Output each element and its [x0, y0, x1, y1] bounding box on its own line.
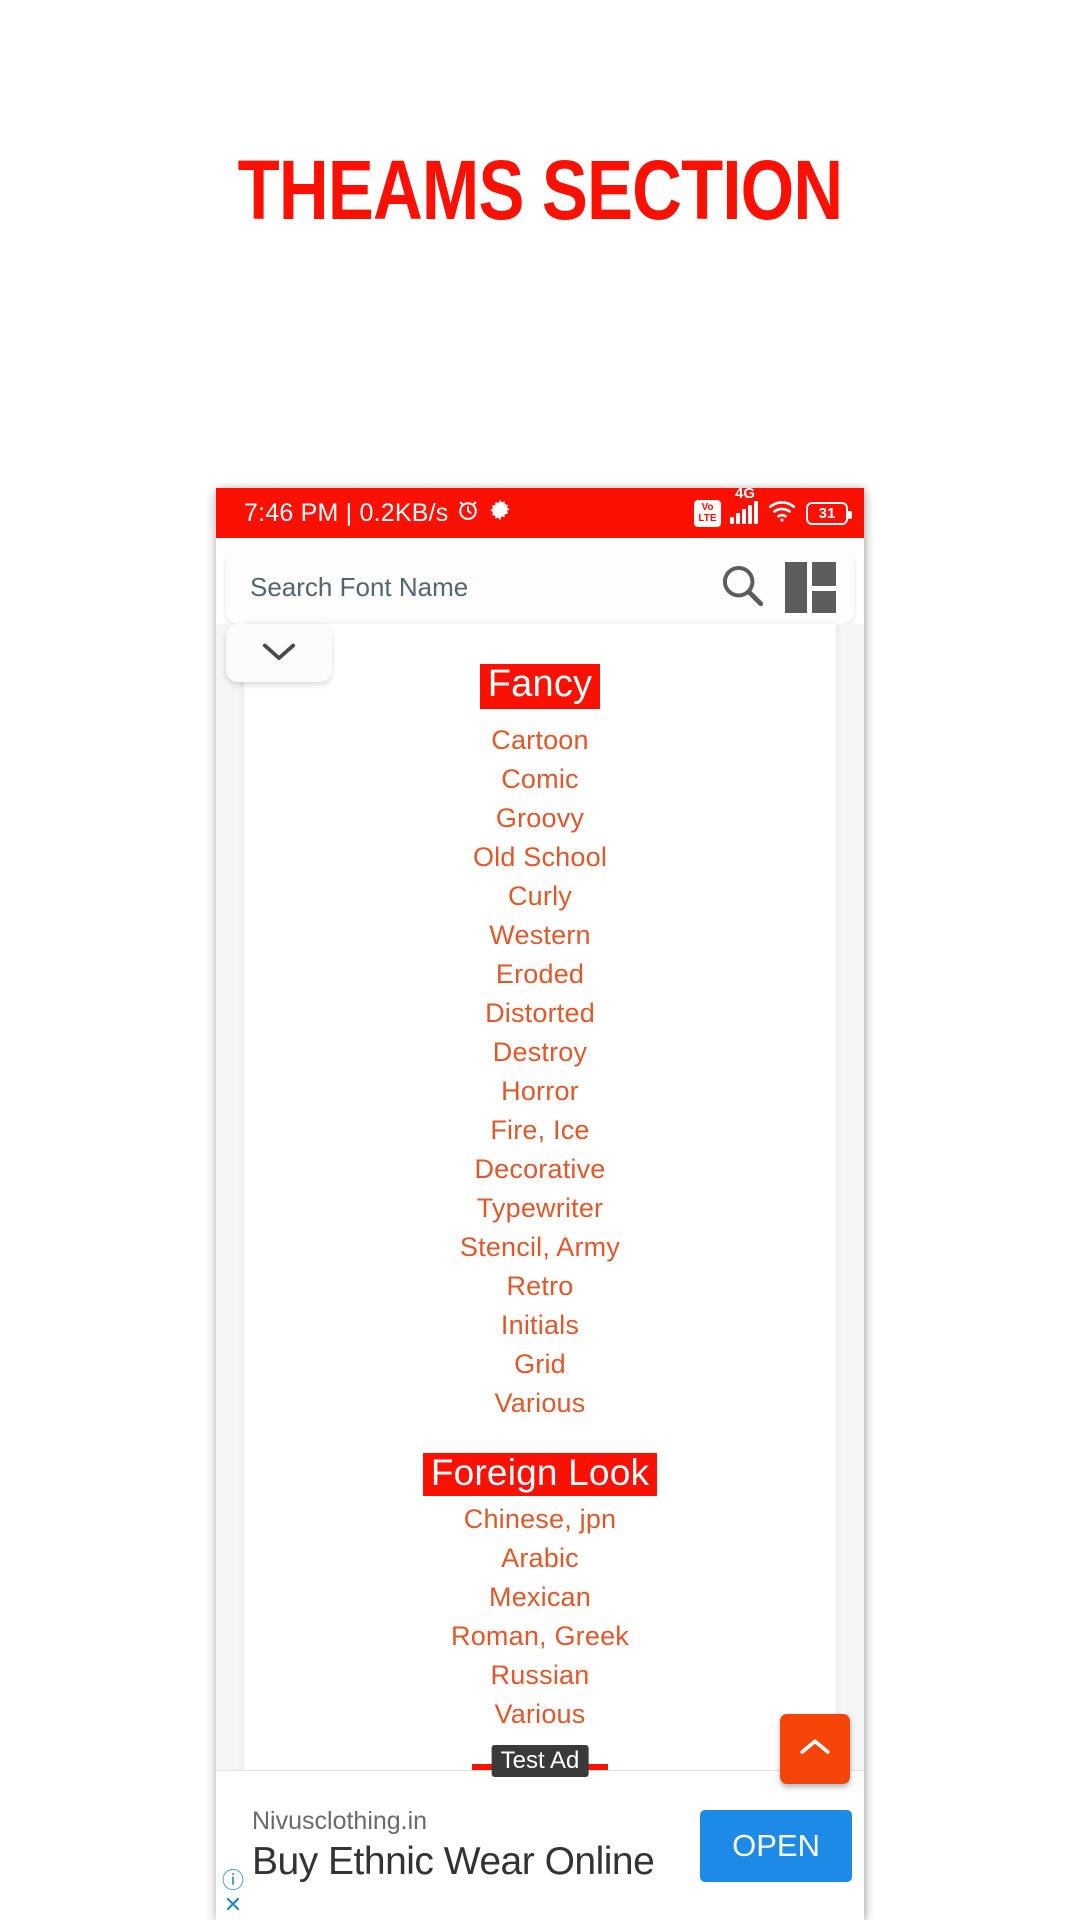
theme-section: Fancy Cartoon Comic Groovy Old School Cu… [244, 664, 836, 1423]
ad-advertiser: Nivusclothing.in [252, 1807, 428, 1835]
ad-controls: ⓘ ✕ [222, 1870, 244, 1916]
list-item[interactable]: Russian [244, 1656, 836, 1695]
theme-list-panel: Fancy Cartoon Comic Groovy Old School Cu… [244, 624, 836, 1856]
ad-content: Nivusclothing.in Buy Ethnic Wear Online … [216, 1771, 864, 1920]
list-item[interactable]: Grid [244, 1345, 836, 1384]
ad-banner[interactable]: Test Ad Nivusclothing.in Buy Ethnic Wear… [216, 1745, 864, 1920]
search-icon[interactable] [717, 560, 767, 615]
ad-test-badge: Test Ad [491, 1745, 589, 1777]
list-item[interactable]: Mexican [244, 1578, 836, 1617]
list-item[interactable]: Comic [244, 760, 836, 799]
ad-headline: Buy Ethnic Wear Online [252, 1840, 655, 1883]
list-item[interactable]: Cartoon [244, 721, 836, 760]
wifi-icon [767, 499, 797, 528]
status-time-and-speed: 7:46 PM | 0.2KB/s [244, 498, 449, 527]
list-item[interactable]: Western [244, 916, 836, 955]
list-item[interactable]: Curly [244, 877, 836, 916]
list-item[interactable]: Distorted [244, 994, 836, 1033]
list-item[interactable]: Old School [244, 838, 836, 877]
signal-bars [730, 501, 758, 524]
section-title: Fancy [479, 664, 601, 709]
info-icon[interactable]: ⓘ [222, 1870, 244, 1892]
network-type-label: 4G [735, 488, 756, 502]
page-root: THEAMS SECTION 7:46 PM | 0.2KB/s Vo LTE … [0, 0, 1080, 1920]
alarm-clock-icon [455, 497, 481, 530]
page-title: THEAMS SECTION [237, 143, 843, 237]
list-item[interactable]: Retro [244, 1267, 836, 1306]
battery-level-label: 31 [818, 504, 836, 522]
close-icon[interactable]: ✕ [224, 1894, 242, 1916]
search-input[interactable] [250, 571, 717, 603]
gear-icon [488, 498, 512, 529]
list-item[interactable]: Typewriter [244, 1189, 836, 1228]
status-bar-left: 7:46 PM | 0.2KB/s [244, 497, 512, 530]
section-item-list: Cartoon Comic Groovy Old School Curly We… [244, 721, 836, 1423]
ad-text-block: Nivusclothing.in Buy Ethnic Wear Online [252, 1807, 700, 1884]
search-box[interactable] [226, 550, 854, 624]
list-item[interactable]: Horror [244, 1072, 836, 1111]
chevron-down-icon [260, 638, 298, 669]
list-item[interactable]: Chinese, jpn [244, 1500, 836, 1539]
content-area: Fancy Cartoon Comic Groovy Old School Cu… [216, 624, 864, 1856]
list-item[interactable]: Various [244, 1384, 836, 1423]
list-item[interactable]: Fire, Ice [244, 1111, 836, 1150]
volte-icon: Vo LTE [694, 499, 721, 527]
list-item[interactable]: Destroy [244, 1033, 836, 1072]
theme-section: Foreign Look Chinese, jpn Arabic Mexican… [244, 1452, 836, 1734]
scroll-to-top-button[interactable] [780, 1714, 850, 1784]
signal-icon: 4G [730, 488, 758, 524]
chevron-up-icon [798, 1736, 832, 1763]
list-item[interactable]: Various [244, 1695, 836, 1734]
section-title: Foreign Look [422, 1452, 658, 1496]
list-item[interactable]: Roman, Greek [244, 1617, 836, 1656]
section-item-list: Chinese, jpn Arabic Mexican Roman, Greek… [244, 1500, 836, 1734]
collapse-toggle[interactable] [226, 624, 332, 682]
status-bar-right: Vo LTE 4G 31 [694, 488, 852, 528]
list-item[interactable]: Eroded [244, 955, 836, 994]
list-item[interactable]: Stencil, Army [244, 1228, 836, 1267]
ad-open-button[interactable]: OPEN [700, 1809, 852, 1882]
status-bar: 7:46 PM | 0.2KB/s Vo LTE 4G 31 [216, 488, 864, 538]
search-bar-area [216, 538, 864, 682]
phone-screenshot: 7:46 PM | 0.2KB/s Vo LTE 4G 31 Search Fo… [216, 488, 864, 1920]
list-item[interactable]: Arabic [244, 1539, 836, 1578]
battery-icon: 31 [806, 501, 852, 525]
grid-view-icon[interactable] [785, 561, 836, 613]
list-item[interactable]: Initials [244, 1306, 836, 1345]
list-item[interactable]: Decorative [244, 1150, 836, 1189]
list-item[interactable]: Groovy [244, 799, 836, 838]
